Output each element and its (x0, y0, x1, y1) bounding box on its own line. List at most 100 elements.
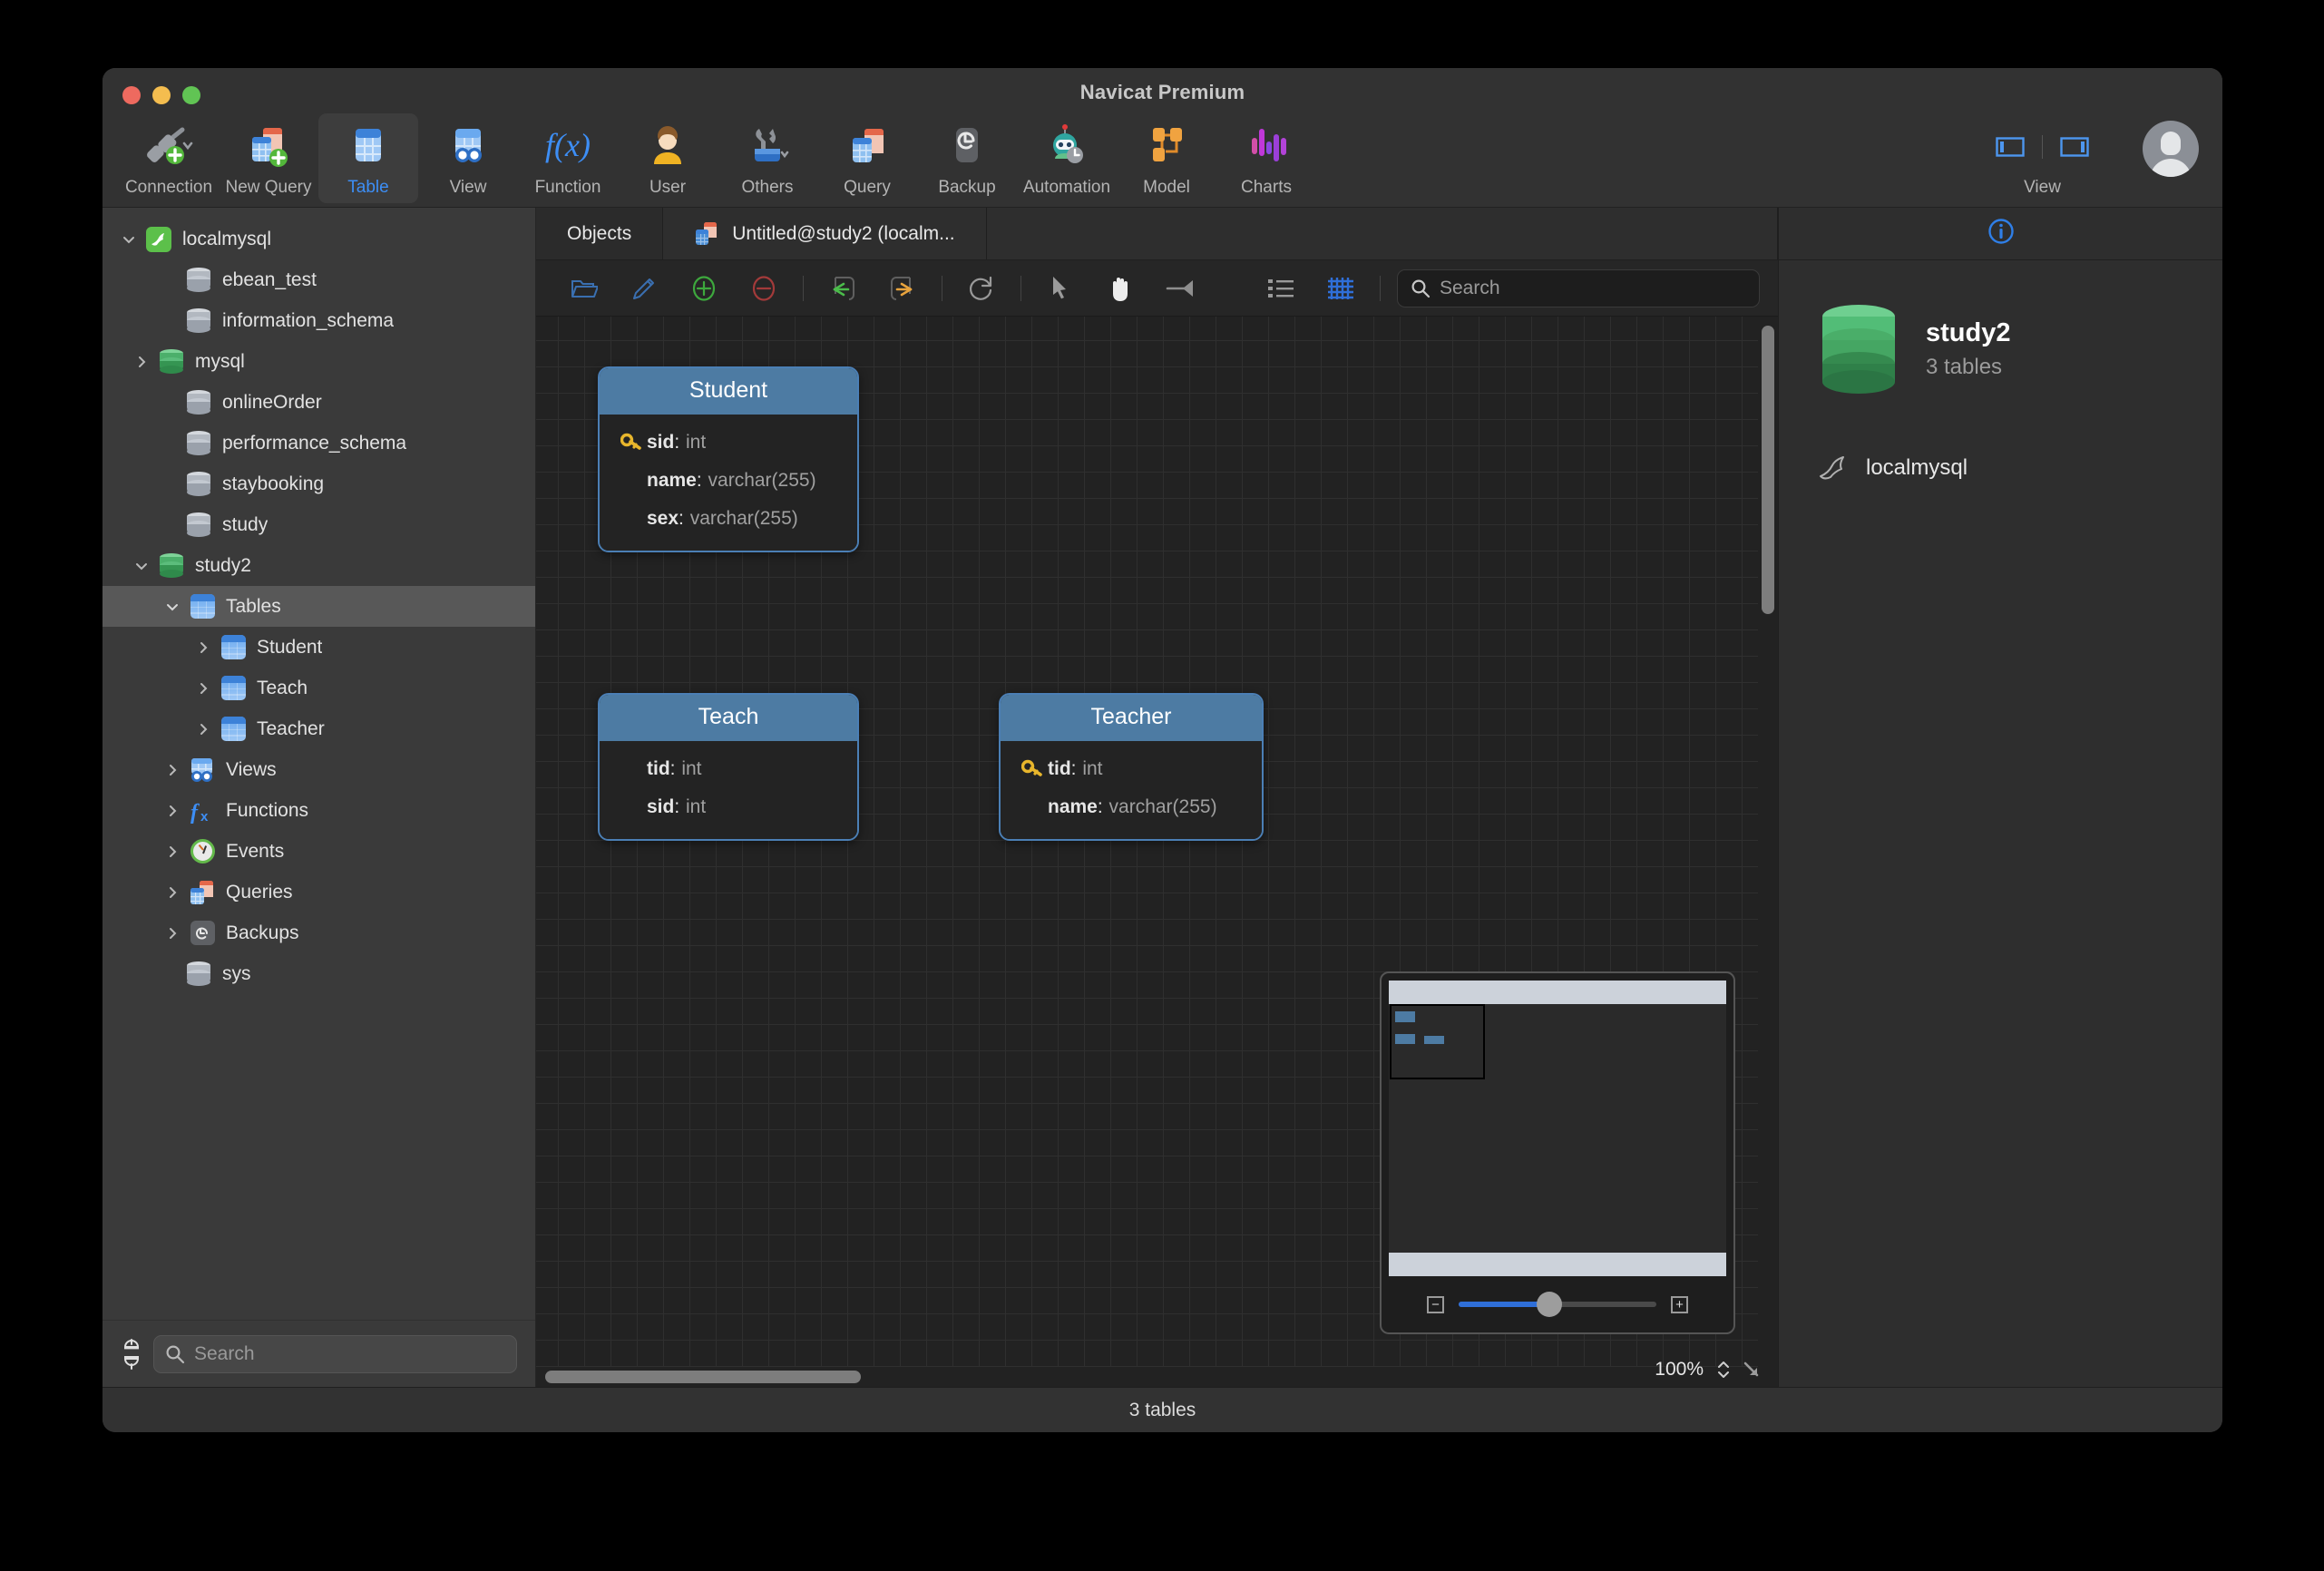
sidebar-item-views[interactable]: Views (103, 749, 535, 790)
sidebar-item-sys[interactable]: sys (103, 953, 535, 994)
mysql-connection-icon (142, 226, 175, 252)
minimap-viewport-area[interactable] (1389, 981, 1726, 1276)
sidebar-item-label: sys (222, 962, 251, 984)
toolbar-divider (1380, 275, 1381, 301)
chevron-right-icon[interactable] (190, 722, 217, 737)
minimap-viewport-rect[interactable] (1390, 1004, 1485, 1079)
database-green-icon (1815, 304, 1902, 395)
sidebar-item-performance-schema[interactable]: performance_schema (103, 423, 535, 463)
horizontal-scroll-thumb[interactable] (545, 1371, 861, 1383)
toolbar-button-others[interactable]: Others (718, 113, 817, 203)
add-circle-icon[interactable] (683, 270, 725, 307)
resize-grip-icon[interactable] (1742, 1360, 1762, 1380)
relation-link-icon[interactable] (1159, 270, 1201, 307)
sidebar-item-functions[interactable]: fx Functions (103, 790, 535, 831)
vertical-scrollbar[interactable] (1762, 324, 1774, 1356)
diagram-grid: Student sid: int name: varchar(255) sex … (536, 317, 1758, 1367)
zoom-out-button[interactable]: − (1427, 1295, 1444, 1313)
select-pointer-icon[interactable] (1040, 270, 1081, 307)
chevron-right-icon[interactable] (159, 926, 186, 941)
grid-view-icon[interactable] (1320, 270, 1362, 307)
search-icon (1411, 278, 1431, 298)
chevron-right-icon[interactable] (159, 885, 186, 900)
zoom-stepper-icon[interactable] (1716, 1358, 1731, 1381)
chevron-right-icon[interactable] (190, 640, 217, 655)
sidebar-item-tables[interactable]: Tables (103, 586, 535, 627)
sidebar-item-student[interactable]: Student (103, 627, 535, 668)
diagram-search-input[interactable]: Search (1397, 268, 1760, 307)
undo-icon[interactable] (822, 270, 864, 307)
sidebar-item-label: onlineOrder (222, 391, 322, 413)
edit-pencil-icon[interactable] (623, 270, 665, 307)
chevron-right-icon[interactable] (190, 681, 217, 696)
tab-objects[interactable]: Objects (536, 208, 664, 259)
redo-icon[interactable] (882, 270, 923, 307)
toolbar-button-connection[interactable]: Connection (119, 113, 219, 203)
toolbar-button-user[interactable]: User (618, 113, 718, 203)
tables-folder-icon (186, 594, 219, 619)
zoom-slider[interactable] (1459, 1292, 1656, 1317)
toolbar-button-automation[interactable]: Automation (1017, 113, 1117, 203)
sidebar-item-events[interactable]: Events (103, 831, 535, 872)
chevron-down-icon[interactable] (159, 600, 186, 614)
sidebar-item-ebean-test[interactable]: ebean_test (103, 259, 535, 300)
toolbar-button-function[interactable]: f(x) Function (518, 113, 618, 203)
sidebar-item-teach[interactable]: Teach (103, 668, 535, 708)
er-table-teacher[interactable]: Teacher tid: int name: varchar(255) (999, 693, 1264, 841)
sidebar-item-localmysql[interactable]: localmysql (103, 219, 535, 259)
er-table-columns: sid: int name: varchar(255) sex: varchar… (600, 415, 857, 551)
zoom-in-button[interactable]: + (1671, 1295, 1688, 1313)
open-folder-icon[interactable] (563, 270, 605, 307)
pan-hand-icon[interactable] (1099, 270, 1141, 307)
chevron-right-icon[interactable] (128, 355, 155, 369)
search-input[interactable]: Search (153, 1334, 517, 1373)
sidebar-item-teacher[interactable]: Teacher (103, 708, 535, 749)
zoom-level-control[interactable]: 100% (1655, 1354, 1762, 1385)
sidebar-item-staybooking[interactable]: staybooking (103, 463, 535, 504)
sidebar-item-queries[interactable]: Queries (103, 872, 535, 912)
search-placeholder: Search (1440, 277, 1500, 298)
zoom-level-value: 100% (1655, 1359, 1704, 1380)
toggle-left-sidebar-icon[interactable] (1991, 133, 2029, 161)
chevron-right-icon[interactable] (159, 763, 186, 777)
sidebar-item-information-schema[interactable]: information_schema (103, 300, 535, 341)
toolbar-button-table[interactable]: Table (318, 113, 418, 203)
er-table-student[interactable]: Student sid: int name: varchar(255) sex … (598, 366, 859, 552)
sidebar-item-backups[interactable]: Backups (103, 912, 535, 953)
toolbar-buttons: Connection New Query Table View f(x) Fun… (103, 113, 1316, 203)
toolbar-button-new-query[interactable]: New Query (219, 113, 318, 203)
chevron-down-icon[interactable] (128, 559, 155, 573)
er-column-name: sex (647, 508, 679, 529)
chevron-down-icon[interactable] (115, 232, 142, 247)
info-icon[interactable] (1987, 218, 2015, 249)
sidebar-item-onlineorder[interactable]: onlineOrder (103, 382, 535, 423)
refresh-icon[interactable] (961, 270, 1002, 307)
toolbar-button-backup[interactable]: Backup (917, 113, 1017, 203)
horizontal-scrollbar[interactable] (543, 1371, 1747, 1383)
diagram-toolbar: Search (536, 260, 1778, 317)
vertical-scroll-thumb[interactable] (1762, 326, 1774, 614)
tab-untitled-query[interactable]: Untitled@study2 (localm... (663, 208, 987, 259)
toolbar-button-view[interactable]: View (418, 113, 518, 203)
info-connection-row[interactable]: localmysql (1815, 454, 2186, 482)
chevron-right-icon[interactable] (159, 804, 186, 818)
connection-status-icon[interactable] (115, 1338, 148, 1370)
avatar[interactable] (2143, 121, 2199, 177)
sidebar-item-study2[interactable]: study2 (103, 545, 535, 586)
chevron-right-icon[interactable] (159, 844, 186, 859)
diagram-canvas[interactable]: Student sid: int name: varchar(255) sex … (536, 317, 1778, 1387)
toggle-right-sidebar-icon[interactable] (2055, 133, 2094, 161)
list-view-icon[interactable] (1260, 270, 1302, 307)
sidebar-item-mysql[interactable]: mysql (103, 341, 535, 382)
primary-key-icon (1017, 759, 1048, 779)
toolbar-button-model[interactable]: Model (1117, 113, 1216, 203)
er-table-columns: tid: int name: varchar(255) (1001, 741, 1262, 839)
toolbar-button-charts[interactable]: Charts (1216, 113, 1316, 203)
sidebar-item-study[interactable]: study (103, 504, 535, 545)
er-column-row: sid: int (647, 796, 707, 817)
er-table-teach[interactable]: Teach tid: int sid: int (598, 693, 859, 841)
toolbar-button-query[interactable]: Query (817, 113, 917, 203)
minimap[interactable]: − + (1380, 971, 1735, 1334)
remove-circle-icon[interactable] (743, 270, 785, 307)
zoom-slider-knob[interactable] (1537, 1292, 1563, 1317)
